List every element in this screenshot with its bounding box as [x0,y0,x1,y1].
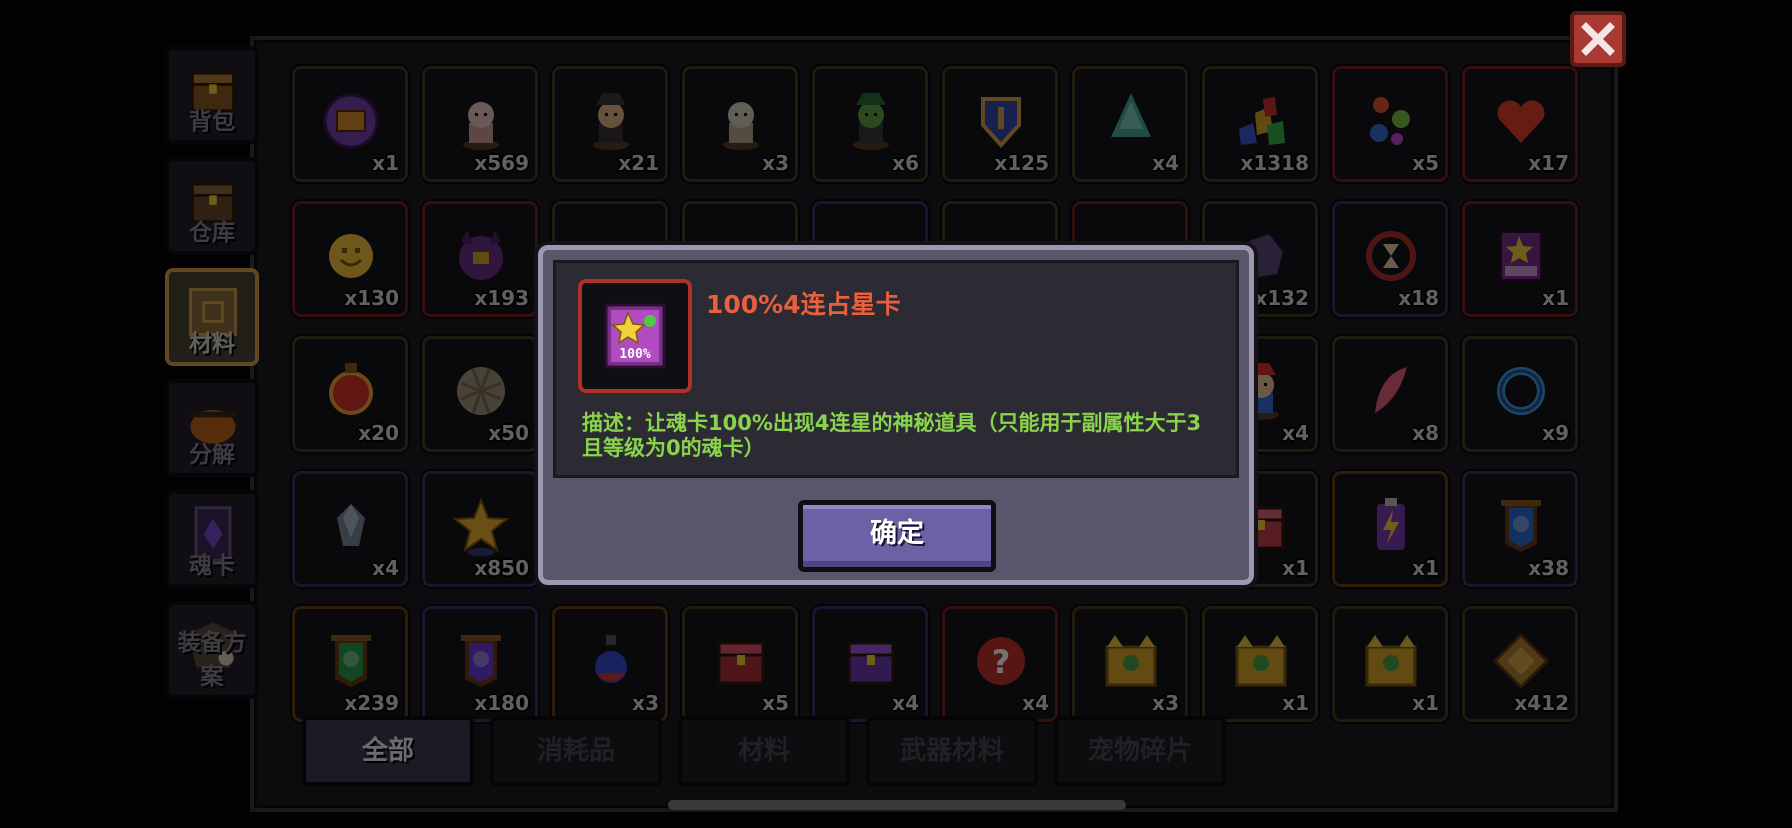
dialog-item-frame: 100% [578,279,692,393]
dialog-content: 100% 100%4连占星卡 描述：让魂卡100%出现4连星的神秘道具（只能用于… [553,260,1239,478]
confirm-button[interactable]: 确定 [798,500,996,572]
star-card-100-icon: 100% [604,303,666,369]
dialog-description: 描述：让魂卡100%出现4连星的神秘道具（只能用于副属性大于3且等级为0的魂卡） [582,411,1202,460]
close-button[interactable] [1570,11,1626,67]
item-detail-dialog: 100% 100%4连占星卡 描述：让魂卡100%出现4连星的神秘道具（只能用于… [538,245,1254,585]
close-icon [1581,22,1615,56]
dialog-icon-text: 100% [619,347,650,362]
dialog-title: 100%4连占星卡 [706,290,901,319]
home-indicator [668,800,1126,810]
